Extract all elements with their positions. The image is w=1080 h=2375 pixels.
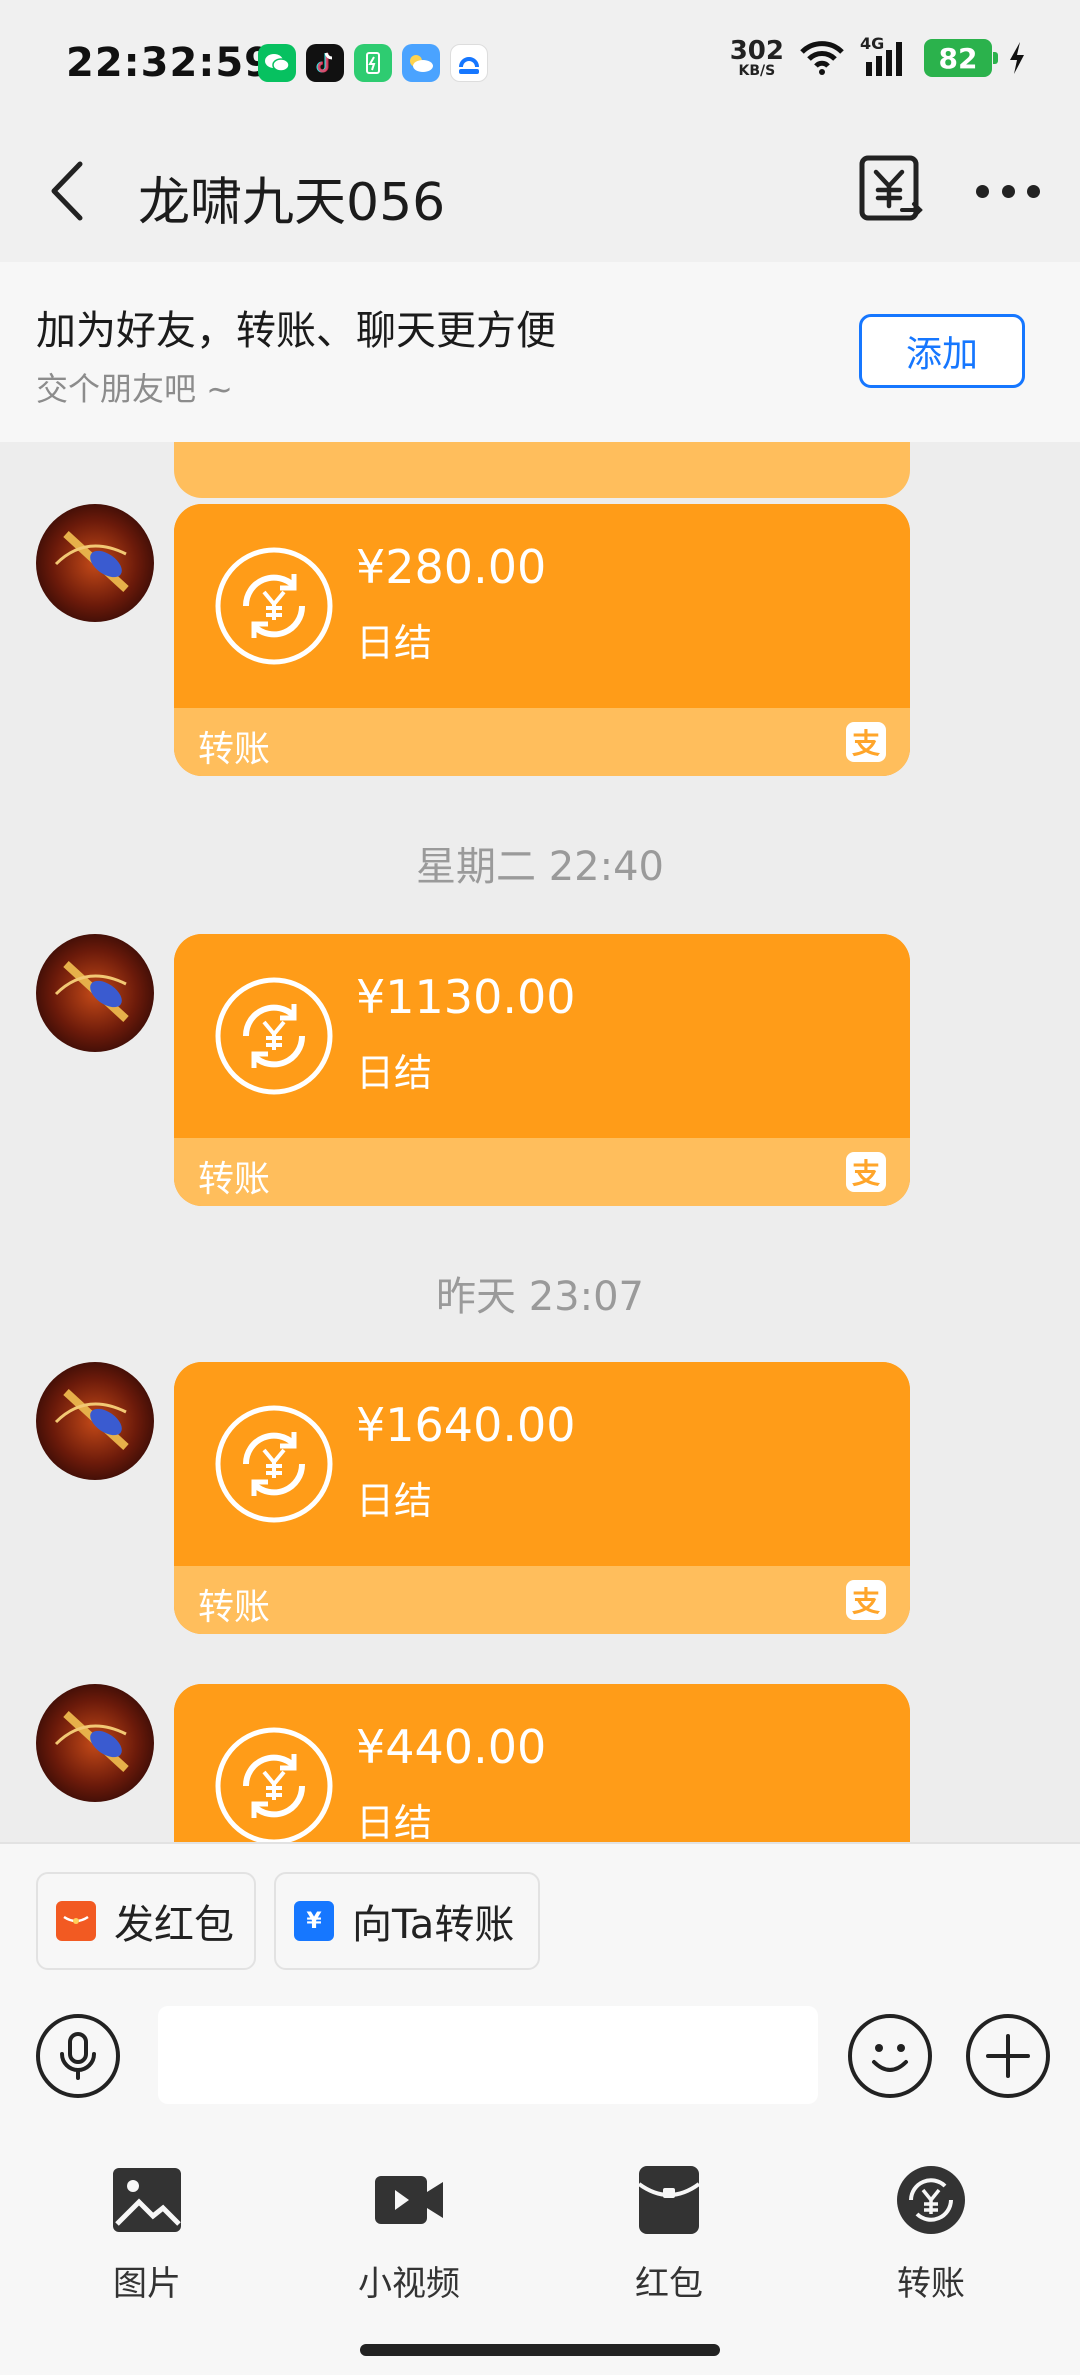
- banner-subtitle: 交个朋友吧 ~: [36, 370, 233, 408]
- smiley-icon: [872, 2044, 908, 2072]
- status-bar: 22:32:59 302 KB/S 4G 82: [0, 0, 1080, 120]
- transfer-note: 日结: [356, 1801, 433, 1842]
- transfer-label: 转账: [198, 729, 271, 770]
- net-speed-unit: KB/S: [738, 63, 776, 79]
- input-panel: 发红包 ¥ 向Ta转账 图片 小视频 红包 转账: [0, 1842, 1080, 2375]
- transfer-icon: [215, 1727, 333, 1842]
- chevron-left-icon: [51, 161, 83, 221]
- transfer-note: 日结: [356, 621, 433, 665]
- transfer-label: 转账: [198, 1587, 271, 1628]
- transfer-to-them-label: 向Ta转账: [352, 1902, 515, 1948]
- bill-button[interactable]: [856, 152, 928, 230]
- transfer-card-partial[interactable]: [174, 442, 910, 498]
- transfer-card-body: ¥1130.00 日结: [174, 934, 910, 1138]
- avatar[interactable]: [36, 934, 154, 1052]
- image-icon: [113, 2168, 181, 2232]
- battery-app-icon: [354, 44, 392, 82]
- avatar[interactable]: [36, 1684, 154, 1802]
- banner-title: 加为好友，转账、聊天更方便: [36, 308, 556, 354]
- transfer-card[interactable]: ¥1640.00 日结 转账 支: [174, 1362, 910, 1634]
- chat-title: 龙啸九天056: [138, 173, 446, 233]
- transfer-card-footer: 转账 支: [174, 708, 910, 776]
- red-packet-icon: [637, 2166, 701, 2234]
- chat-messages[interactable]: ¥280.00 日结 转账 支 星期二 22:40 ¥1130.00 日结 转账…: [0, 442, 1080, 1842]
- more-actions-button[interactable]: [966, 2014, 1050, 2098]
- tiktok-icon: [306, 44, 344, 82]
- transfer-card-body: ¥280.00 日结: [174, 504, 910, 708]
- alipay-icon: 支: [846, 1580, 886, 1620]
- toolbar-video[interactable]: 小视频: [324, 2164, 494, 2314]
- message-timestamp: 星期二 22:40: [416, 844, 664, 890]
- chat-header: 龙啸九天056: [0, 120, 1080, 262]
- net-speed: 302 KB/S: [730, 38, 784, 78]
- transfer-card-footer: 转账 支: [174, 1138, 910, 1206]
- net-speed-value: 302: [729, 36, 784, 66]
- toolbar-red-packet-label: 红包: [635, 2264, 703, 2304]
- transfer-card-body: ¥1640.00 日结: [174, 1362, 910, 1566]
- status-time: 22:32:59: [66, 40, 273, 86]
- status-app-icons: [258, 44, 488, 82]
- transfer-icon: [215, 547, 333, 665]
- avatar[interactable]: [36, 504, 154, 622]
- home-indicator[interactable]: [360, 2344, 720, 2356]
- video-icon: [375, 2176, 443, 2224]
- transfer-label: 转账: [198, 1159, 271, 1200]
- transfer-to-them-button[interactable]: ¥ 向Ta转账: [274, 1872, 540, 1970]
- transfer-note: 日结: [356, 1479, 433, 1523]
- charging-bolt-icon: [1010, 42, 1024, 74]
- transfer-icon: [215, 1405, 333, 1523]
- transfer-card-body: ¥440.00 日结: [174, 1684, 910, 1842]
- more-button[interactable]: [976, 164, 1040, 218]
- microphone-icon: [60, 2032, 96, 2080]
- red-packet-icon: [56, 1901, 96, 1941]
- wifi-icon: [800, 41, 844, 75]
- transfer-amount: ¥1130.00: [356, 970, 576, 1024]
- transfer-card[interactable]: ¥1130.00 日结 转账 支: [174, 934, 910, 1206]
- send-red-packet-button[interactable]: 发红包: [36, 1872, 256, 1970]
- app-blue-icon: [450, 44, 488, 82]
- plus-icon: [986, 2034, 1030, 2078]
- toolbar-transfer[interactable]: 转账: [846, 2164, 1016, 2314]
- transfer-card-footer: 转账 支: [174, 1566, 910, 1634]
- back-button[interactable]: [40, 156, 110, 226]
- transfer-amount: ¥1640.00: [356, 1398, 576, 1452]
- toolbar-video-label: 小视频: [358, 2264, 460, 2304]
- transfer-amount: ¥440.00: [356, 1720, 547, 1774]
- toolbar-red-packet[interactable]: 红包: [584, 2164, 754, 2314]
- alipay-icon: 支: [846, 1152, 886, 1192]
- add-friend-button[interactable]: 添加: [859, 314, 1025, 388]
- toolbar-image-label: 图片: [113, 2264, 181, 2304]
- battery-indicator: 82: [924, 39, 998, 77]
- send-red-packet-label: 发红包: [114, 1902, 234, 1948]
- more-dot: [1001, 184, 1015, 198]
- alipay-icon: 支: [846, 722, 886, 762]
- transfer-card[interactable]: ¥280.00 日结 转账 支: [174, 504, 910, 776]
- voice-button[interactable]: [36, 2014, 120, 2098]
- more-dot: [976, 184, 989, 198]
- transfer-card[interactable]: ¥440.00 日结 转账 支: [174, 1684, 910, 1842]
- transfer-ticket-icon: ¥: [294, 1901, 334, 1941]
- wechat-icon: [258, 44, 296, 82]
- transfer-icon: [215, 977, 333, 1095]
- signal-4g-icon: 4G: [860, 34, 910, 78]
- status-indicators: 302 KB/S 4G 82: [730, 34, 1028, 78]
- emoji-button[interactable]: [848, 2014, 932, 2098]
- message-input[interactable]: [158, 2006, 818, 2104]
- add-friend-banner: 加为好友，转账、聊天更方便 交个朋友吧 ~ 添加: [0, 262, 1080, 442]
- transfer-icon: [897, 2166, 965, 2234]
- avatar[interactable]: [36, 1362, 154, 1480]
- yuan-bill-icon: [859, 155, 923, 221]
- transfer-note: 日结: [356, 1051, 433, 1095]
- weather-icon: [402, 44, 440, 82]
- toolbar-image[interactable]: 图片: [62, 2164, 232, 2314]
- more-dot: [1027, 184, 1040, 198]
- transfer-amount: ¥280.00: [356, 540, 547, 594]
- message-timestamp: 昨天 23:07: [436, 1274, 644, 1320]
- toolbar-transfer-label: 转账: [897, 2264, 965, 2304]
